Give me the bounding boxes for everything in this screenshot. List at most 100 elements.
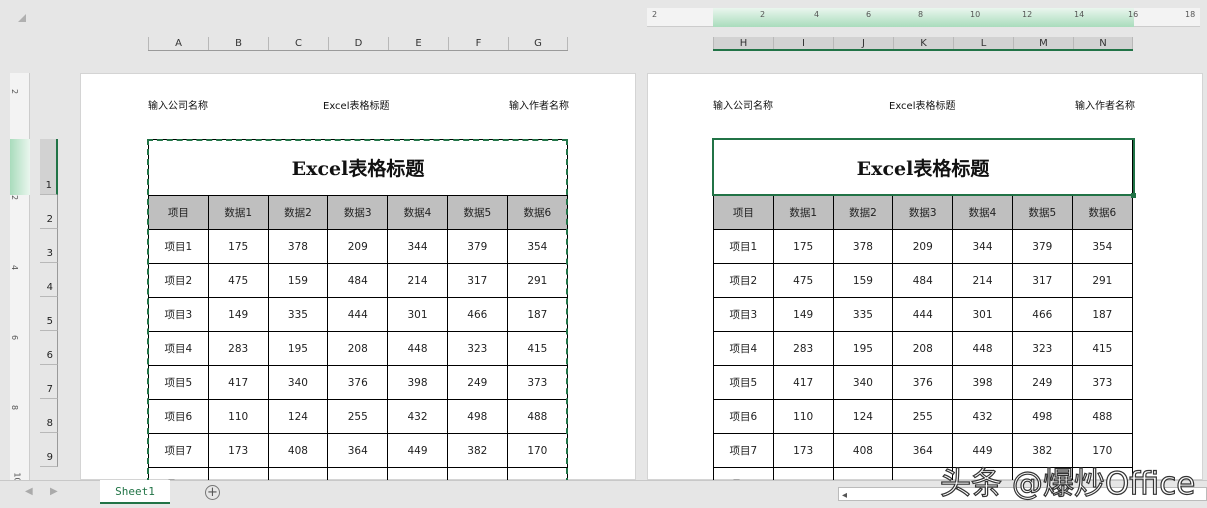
table-cell[interactable] bbox=[327, 467, 389, 480]
table-cell[interactable]: 398 bbox=[387, 365, 448, 400]
table-cell[interactable]: 475 bbox=[772, 263, 834, 298]
table-cell[interactable]: 301 bbox=[952, 297, 1013, 332]
table-cell[interactable]: 317 bbox=[446, 263, 508, 298]
table-title[interactable]: Excel表格标题 bbox=[713, 139, 1133, 196]
header-company[interactable]: 输入公司名称 bbox=[713, 97, 773, 112]
table-cell[interactable]: 187 bbox=[506, 297, 569, 332]
column-header-i[interactable]: I bbox=[773, 37, 833, 49]
table-cell[interactable] bbox=[772, 467, 834, 480]
header-title[interactable]: Excel表格标题 bbox=[889, 97, 956, 112]
table-cell[interactable]: 255 bbox=[892, 399, 954, 434]
header-cell[interactable]: 数据3 bbox=[892, 195, 954, 230]
table-cell[interactable]: 项目3 bbox=[713, 297, 774, 332]
table-cell[interactable]: 379 bbox=[1011, 229, 1073, 264]
table-cell[interactable] bbox=[446, 467, 508, 480]
table-cell[interactable]: 214 bbox=[387, 263, 448, 298]
table-cell[interactable]: 208 bbox=[327, 331, 389, 366]
table-cell[interactable]: 项目5 bbox=[148, 365, 209, 400]
table-cell[interactable]: 195 bbox=[832, 331, 894, 366]
table-cell[interactable]: 项目5 bbox=[713, 365, 774, 400]
table-cell[interactable] bbox=[832, 467, 894, 480]
column-header-e[interactable]: E bbox=[388, 37, 448, 50]
table-cell[interactable]: 项目2 bbox=[713, 263, 774, 298]
table-cell[interactable]: 323 bbox=[446, 331, 508, 366]
row-header-4[interactable]: 4 bbox=[40, 263, 58, 297]
table-cell[interactable]: 项目4 bbox=[148, 331, 209, 366]
table-cell[interactable]: 149 bbox=[207, 297, 269, 332]
header-cell[interactable]: 数据1 bbox=[772, 195, 834, 230]
table-cell[interactable]: 291 bbox=[506, 263, 569, 298]
table-cell[interactable]: 448 bbox=[952, 331, 1013, 366]
table-cell[interactable]: 344 bbox=[952, 229, 1013, 264]
table-cell[interactable]: 415 bbox=[1071, 331, 1134, 366]
table-cell[interactable]: 432 bbox=[387, 399, 448, 434]
table-cell[interactable]: 159 bbox=[832, 263, 894, 298]
table-cell[interactable]: 214 bbox=[952, 263, 1013, 298]
table-cell[interactable]: 335 bbox=[832, 297, 894, 332]
row-header-5[interactable]: 5 bbox=[40, 297, 58, 331]
table-cell[interactable]: 364 bbox=[327, 433, 389, 468]
table-cell[interactable]: 498 bbox=[1011, 399, 1073, 434]
table-cell[interactable] bbox=[267, 467, 329, 480]
table-cell[interactable]: 159 bbox=[267, 263, 329, 298]
table-cell[interactable]: 283 bbox=[772, 331, 834, 366]
table-cell[interactable]: 项目3 bbox=[148, 297, 209, 332]
table-cell[interactable]: 335 bbox=[267, 297, 329, 332]
table-cell[interactable]: 484 bbox=[327, 263, 389, 298]
table-cell[interactable]: 209 bbox=[327, 229, 389, 264]
table-cell[interactable]: 项目6 bbox=[148, 399, 209, 434]
table-cell[interactable]: 408 bbox=[267, 433, 329, 468]
table-cell[interactable]: 项目8 bbox=[713, 467, 774, 480]
prev-sheet-button[interactable]: ◀ bbox=[25, 486, 33, 497]
table-cell[interactable]: 444 bbox=[327, 297, 389, 332]
table-cell[interactable]: 187 bbox=[1071, 297, 1134, 332]
table-cell[interactable] bbox=[387, 467, 448, 480]
fill-handle[interactable] bbox=[1131, 193, 1136, 198]
header-company[interactable]: 输入公司名称 bbox=[148, 97, 208, 112]
table-cell[interactable]: 173 bbox=[207, 433, 269, 468]
row-header-2[interactable]: 2 bbox=[40, 195, 58, 229]
table-cell[interactable]: 378 bbox=[832, 229, 894, 264]
table-cell[interactable]: 175 bbox=[772, 229, 834, 264]
table-cell[interactable]: 149 bbox=[772, 297, 834, 332]
table-cell[interactable]: 项目7 bbox=[148, 433, 209, 468]
column-header-f[interactable]: F bbox=[448, 37, 508, 50]
row-header-9[interactable]: 9 bbox=[40, 433, 58, 467]
column-header-g[interactable]: G bbox=[508, 37, 568, 50]
table-cell[interactable]: 488 bbox=[1071, 399, 1134, 434]
table-cell[interactable]: 249 bbox=[1011, 365, 1073, 400]
table-cell[interactable]: 283 bbox=[207, 331, 269, 366]
table-cell[interactable] bbox=[207, 467, 269, 480]
header-cell[interactable]: 数据6 bbox=[1071, 195, 1134, 230]
column-header-d[interactable]: D bbox=[328, 37, 388, 50]
header-cell[interactable]: 数据5 bbox=[1011, 195, 1073, 230]
row-header-8[interactable]: 8 bbox=[40, 399, 58, 433]
header-cell[interactable]: 数据4 bbox=[952, 195, 1013, 230]
column-header-c[interactable]: C bbox=[268, 37, 328, 50]
table-cell[interactable]: 110 bbox=[207, 399, 269, 434]
add-sheet-button[interactable]: + bbox=[205, 485, 220, 500]
sheet-tab-sheet1[interactable]: Sheet1 bbox=[100, 480, 170, 504]
table-cell[interactable]: 340 bbox=[267, 365, 329, 400]
header-cell[interactable]: 数据5 bbox=[446, 195, 508, 230]
table-cell[interactable]: 项目1 bbox=[713, 229, 774, 264]
table-cell[interactable]: 432 bbox=[952, 399, 1013, 434]
table-cell[interactable]: 449 bbox=[387, 433, 448, 468]
column-header-k[interactable]: K bbox=[893, 37, 953, 49]
table-cell[interactable]: 323 bbox=[1011, 331, 1073, 366]
table-cell[interactable]: 124 bbox=[832, 399, 894, 434]
table-cell[interactable]: 415 bbox=[506, 331, 569, 366]
table-cell[interactable]: 378 bbox=[267, 229, 329, 264]
table-cell[interactable]: 354 bbox=[506, 229, 569, 264]
row-header-7[interactable]: 7 bbox=[40, 365, 58, 399]
table-cell[interactable]: 255 bbox=[327, 399, 389, 434]
table-title[interactable]: Excel表格标题 bbox=[148, 139, 568, 196]
next-sheet-button[interactable]: ▶ bbox=[50, 486, 58, 497]
select-all-corner[interactable] bbox=[18, 14, 26, 22]
table-cell[interactable]: 110 bbox=[772, 399, 834, 434]
column-header-b[interactable]: B bbox=[208, 37, 268, 50]
header-cell[interactable]: 数据2 bbox=[267, 195, 329, 230]
table-cell[interactable]: 项目7 bbox=[713, 433, 774, 468]
table-cell[interactable]: 173 bbox=[772, 433, 834, 468]
table-cell[interactable]: 340 bbox=[832, 365, 894, 400]
